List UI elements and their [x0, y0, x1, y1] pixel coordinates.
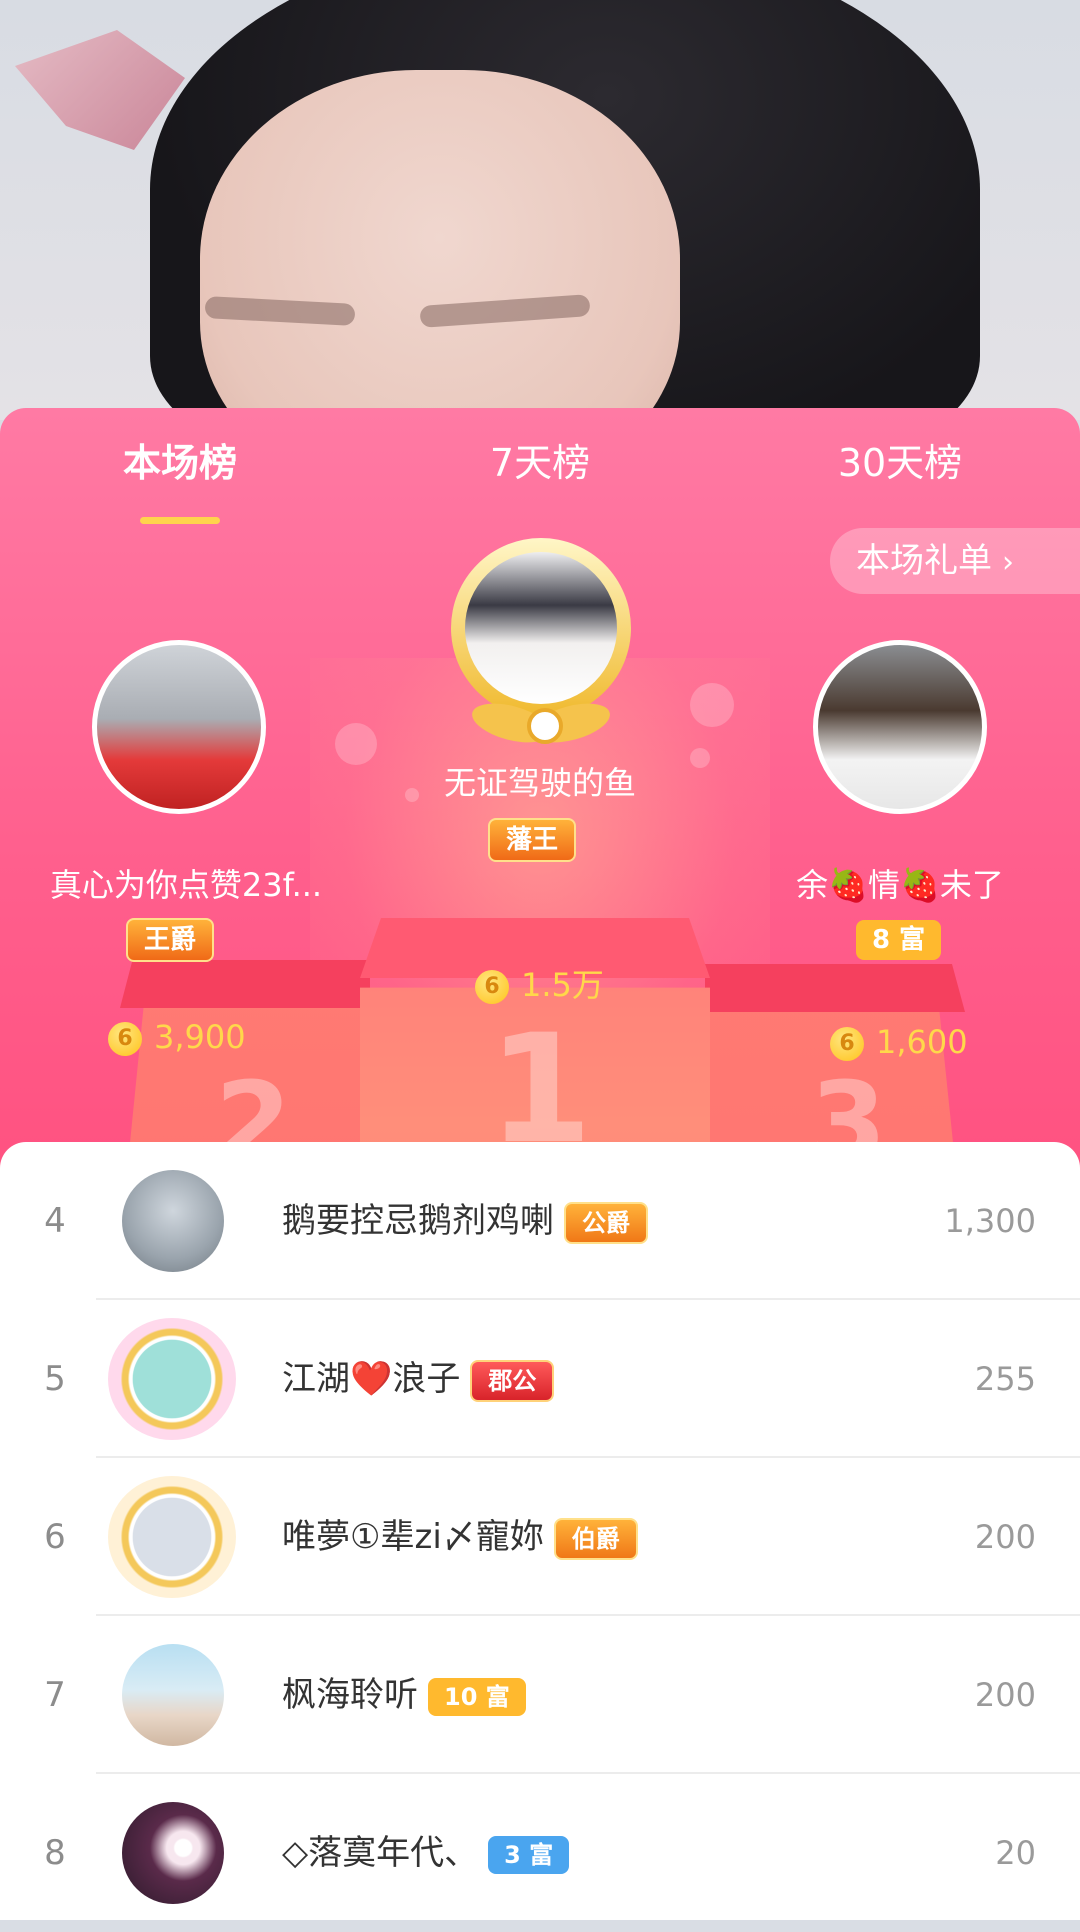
- coin-icon: 6: [830, 1027, 864, 1061]
- avatar: [122, 1802, 224, 1904]
- bubble-decoration: [690, 748, 710, 768]
- user-name-text: 枫海聆听: [282, 1675, 418, 1715]
- tab-30-days[interactable]: 30天榜: [720, 408, 1080, 536]
- top3-rich-badge: 8 富: [856, 920, 942, 960]
- score-value: 1,600: [876, 1023, 968, 1061]
- score-value: 3,900: [154, 1018, 246, 1056]
- avatar: [122, 1170, 224, 1272]
- tab-7-days[interactable]: 7天榜: [360, 408, 720, 536]
- top2-score: 6 3,900: [108, 1018, 246, 1056]
- noble-badge: 王爵: [126, 918, 215, 962]
- top2-noble-badge: 王爵: [126, 918, 215, 962]
- gem-icon: [527, 708, 563, 744]
- video-face: [200, 70, 680, 420]
- noble-badge: 郡公: [470, 1359, 555, 1402]
- list-item[interactable]: 8 ◇落寞年代、 3 富 20: [0, 1774, 1080, 1932]
- top1-avatar[interactable]: [451, 538, 631, 750]
- rank-number: 5: [44, 1359, 66, 1399]
- gift-list-label: 本场礼单: [856, 541, 992, 581]
- user-name: 鹅要控忌鹅剂鸡喇 公爵: [282, 1142, 648, 1300]
- top1-score: 6 1.5万: [475, 960, 604, 1006]
- contribution-amount: 20: [995, 1834, 1036, 1872]
- podium-rank-2-top: [120, 960, 370, 1008]
- coin-icon: 6: [108, 1022, 142, 1056]
- user-name-text: 鹅要控忌鹅剂鸡喇: [282, 1201, 554, 1241]
- rank-number: 7: [44, 1675, 66, 1715]
- rank-number: 8: [44, 1833, 66, 1873]
- rank-number: 4: [44, 1201, 66, 1241]
- avatar: [122, 1644, 224, 1746]
- coin-icon: 6: [475, 970, 509, 1004]
- avatar: [108, 1318, 236, 1440]
- user-name: 枫海聆听 10 富: [282, 1616, 526, 1774]
- bubble-decoration: [690, 683, 734, 727]
- noble-badge: 藩王: [488, 818, 577, 862]
- contribution-amount: 200: [974, 1518, 1036, 1556]
- rich-level-badge: 8 富: [856, 920, 942, 960]
- noble-badge: 公爵: [564, 1201, 648, 1244]
- top2-avatar[interactable]: [92, 640, 266, 814]
- bubble-decoration: [335, 723, 377, 765]
- chevron-right-icon: ›: [1002, 545, 1014, 580]
- top1-noble-badge: 藩王: [488, 818, 577, 862]
- live-video-background: [0, 0, 1080, 420]
- top1-name: 无证驾驶的鱼: [443, 764, 636, 802]
- user-name: ◇落寞年代、 3 富: [282, 1774, 570, 1932]
- rich-level-badge: 3 富: [488, 1835, 570, 1874]
- ranking-tabs: 本场榜 7天榜 30天榜: [0, 408, 1080, 536]
- contribution-amount: 200: [974, 1676, 1036, 1714]
- user-name: 江湖❤️浪子 郡公: [282, 1300, 555, 1458]
- gift-list-button[interactable]: 本场礼单 ›: [830, 528, 1080, 594]
- list-item[interactable]: 6 唯夢①辈zi〆寵妳 伯爵 200: [0, 1458, 1080, 1616]
- top1-avatar-image: [465, 552, 617, 704]
- avatar: [108, 1476, 236, 1598]
- top3-avatar[interactable]: [813, 640, 987, 814]
- list-item[interactable]: 4 鹅要控忌鹅剂鸡喇 公爵 1,300: [0, 1142, 1080, 1300]
- user-name-text: 江湖❤️浪子: [282, 1359, 461, 1399]
- contribution-amount: 1,300: [944, 1202, 1036, 1240]
- podium-rank-3-top: [705, 964, 965, 1012]
- user-name-text: ◇落寞年代、: [282, 1833, 479, 1873]
- score-value: 1.5万: [521, 966, 604, 1004]
- tab-current-session[interactable]: 本场榜: [0, 408, 360, 536]
- rich-level-badge: 10 富: [428, 1677, 526, 1716]
- rank-number: 6: [44, 1517, 66, 1557]
- top2-name: 真心为你点赞23f...: [49, 866, 323, 904]
- contribution-amount: 255: [974, 1360, 1036, 1398]
- top3-name: 余🍓情🍓未了: [796, 866, 1004, 904]
- ranking-list: 4 鹅要控忌鹅剂鸡喇 公爵 1,300 5 江湖❤️浪子 郡公 255 6 唯夢①辈…: [0, 1142, 1080, 1920]
- top3-score: 6 1,600: [830, 1023, 968, 1061]
- user-name-text: 唯夢①辈zi〆寵妳: [282, 1517, 544, 1557]
- noble-badge: 伯爵: [553, 1517, 638, 1560]
- list-item[interactable]: 7 枫海聆听 10 富 200: [0, 1616, 1080, 1774]
- user-name: 唯夢①辈zi〆寵妳 伯爵: [282, 1458, 638, 1616]
- list-item[interactable]: 5 江湖❤️浪子 郡公 255: [0, 1300, 1080, 1458]
